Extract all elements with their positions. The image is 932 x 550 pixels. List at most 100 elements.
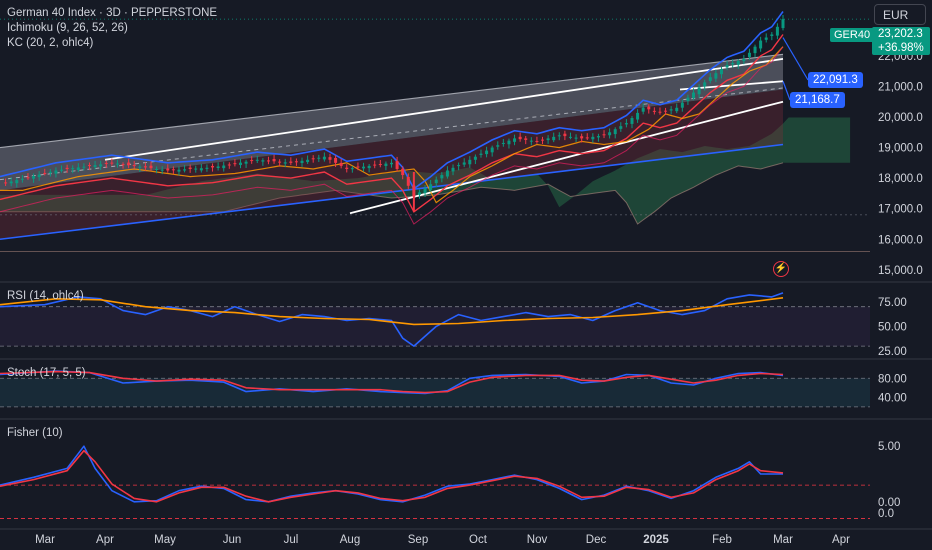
candle-body [244,161,248,164]
candle-body [652,110,656,112]
candle-body [753,46,757,54]
candle-body [356,166,360,168]
candle-body [155,168,159,170]
candle-body [26,177,30,179]
candle-body [71,168,75,170]
candle-body [211,166,215,168]
candle-body [4,182,8,184]
candle-body [406,176,410,186]
x-tick-label: Jul [284,534,299,546]
candle-body [714,73,718,79]
x-tick-label: Dec [586,534,607,546]
candle-body [658,111,662,113]
x-tick-label: Apr [832,534,850,546]
rsi-legend[interactable]: RSI (14, ohlc4) [7,289,84,304]
candle-body [557,135,561,137]
fisher-extra-tick: 0.0 [878,508,894,520]
candle-body [524,138,528,140]
candle-body [362,166,366,169]
x-tick-label: Feb [712,534,732,546]
candle-body [339,162,343,166]
candle-body [121,164,125,166]
chart-canvas[interactable]: 15,000.0 16,000.0 17,000.0 18,000.0 19,000.0… [0,0,932,550]
candle-body [429,184,433,190]
fisher-legend[interactable]: Fisher (10) [7,426,63,441]
candle-body [686,97,690,101]
candle-body [93,165,97,167]
candle-body [630,118,634,124]
candle-body [149,165,153,169]
candle-body [613,129,617,135]
candle-body [104,162,108,164]
candle-body [238,162,242,165]
indicator-ichimoku[interactable]: Ichimoku (9, 26, 52, 26) [7,21,217,36]
x-tick-label: Mar [773,534,793,546]
candle-body [132,165,136,167]
candle-body [317,157,321,159]
candle-body [770,34,774,36]
candle-body [703,82,707,87]
y-tick-label: 16,000.0 [878,234,923,246]
candle-body [127,162,131,166]
candle-body [619,126,623,129]
candle-body [328,157,332,160]
lower-level-tag[interactable]: 21,168.7 [790,92,845,108]
candle-body [747,52,751,58]
candle-body [250,160,254,162]
candle-body [350,168,354,170]
x-tick-label: 2025 [643,534,669,546]
chart-title: German 40 Index · 3D · PEPPERSTONE [7,7,218,19]
candle-body [43,173,47,175]
rsi-y-tick-label: 50.00 [878,321,907,333]
candle-body [222,165,226,169]
x-tick-label: Jun [223,534,242,546]
x-tick-label: Aug [340,534,360,546]
candle-body [708,77,712,81]
y-tick-label: 21,000.0 [878,81,923,93]
rsi-y-tick-label: 25.00 [878,346,907,358]
candle-body [675,107,679,112]
candle-body [99,164,103,167]
candle-body [490,147,494,153]
candle-body [731,62,735,65]
stoch-legend[interactable]: Stoch (17, 5, 5) [7,366,86,381]
candle-body [87,165,91,167]
fisher-level-band [0,485,870,518]
candle-body [417,192,421,195]
candle-body [479,153,483,155]
candle-body [401,168,405,176]
x-tick-label: Sep [408,534,428,546]
candle-body [445,170,449,177]
candle-body [664,110,668,112]
candle-body [518,136,522,140]
y-tick-label: 15,000.0 [878,265,923,277]
rsi-y-tick-label: 75.00 [878,297,907,309]
currency-button[interactable]: EUR [874,4,926,25]
candle-body [485,150,489,155]
candle-body [300,160,304,163]
candle-body [680,102,684,108]
stoch-y-tick-label: 80.00 [878,373,907,385]
candle-body [719,69,723,75]
candle-body [395,161,399,169]
candle-body [373,164,377,166]
upper-level-tag[interactable]: 22,091.3 [808,72,863,88]
candle-body [546,138,550,141]
lightning-icon[interactable]: ⚡ [773,261,789,277]
candle-body [451,167,455,172]
candle-body [585,137,589,139]
candle-body [736,60,740,65]
candle-body [138,166,142,168]
tag-connector-upper [782,37,809,81]
y-tick-label: 19,000.0 [878,143,923,155]
candle-body [457,165,461,167]
candle-body [345,167,349,169]
candle-body [115,163,119,165]
candle-body [669,109,673,111]
candle-body [143,166,147,168]
candle-body [306,159,310,163]
candle-body [692,92,696,99]
candle-body [507,140,511,145]
indicator-kc[interactable]: KC (20, 2, ohlc4) [7,36,217,51]
candle-body [501,142,505,144]
